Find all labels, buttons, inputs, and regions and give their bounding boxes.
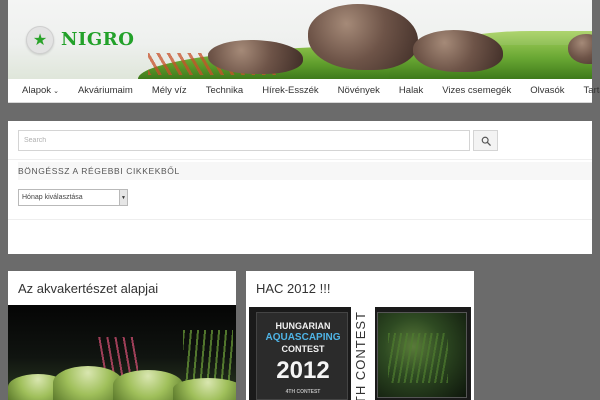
archive-month-select[interactable]: Hónap kiválasztása ▼ bbox=[18, 189, 128, 206]
post-card[interactable]: Az akvakertészet alapjai bbox=[8, 271, 236, 400]
poster-line: HUNGARIAN bbox=[275, 321, 331, 331]
contest-poster: HUNGARIAN AQUASCAPING CONTEST 2012 4TH C… bbox=[256, 312, 348, 400]
site-logo-star-icon[interactable]: ★ bbox=[26, 26, 54, 54]
poster-year: 2012 bbox=[276, 357, 330, 384]
nav-item-label: Alapok bbox=[22, 85, 52, 96]
nav-item-alapok[interactable]: Alapok ⌄ bbox=[22, 85, 78, 96]
nav-item-technika[interactable]: Technika bbox=[206, 85, 263, 96]
banner-rock bbox=[308, 4, 418, 70]
main-navigation: Alapok ⌄ Akváriumaim Mély víz Technika Hí… bbox=[8, 79, 600, 103]
post-title[interactable]: Az akvakertészet alapjai bbox=[18, 281, 158, 296]
banner-rock bbox=[208, 40, 303, 74]
nav-item-akvariumaim[interactable]: Akváriumaim bbox=[78, 85, 152, 96]
poster-line: CONTEST bbox=[281, 344, 325, 354]
nav-item-halak[interactable]: Halak bbox=[399, 85, 442, 96]
nav-item-mely-viz[interactable]: Mély víz bbox=[152, 85, 206, 96]
poster-vertical-text: 4TH CONTEST bbox=[353, 311, 368, 400]
nav-item-vizes-csemegek[interactable]: Vizes csemegék bbox=[442, 85, 530, 96]
nav-item-hirek-esszek[interactable]: Hírek-Esszék bbox=[262, 85, 337, 96]
post-thumbnail-aquascape[interactable] bbox=[8, 305, 236, 400]
poster-aquascape-photo bbox=[377, 312, 467, 398]
search-button[interactable] bbox=[473, 130, 498, 151]
nav-item-olvasok[interactable]: Olvasók bbox=[530, 85, 583, 96]
post-title[interactable]: HAC 2012 !!! bbox=[256, 281, 330, 296]
nav-item-tartalom[interactable]: Tartalom bbox=[584, 85, 600, 96]
aquarium-moss bbox=[173, 378, 236, 400]
divider bbox=[8, 219, 592, 220]
banner-rock bbox=[413, 30, 503, 72]
chevron-down-icon: ⌄ bbox=[53, 88, 59, 95]
nav-item-novenyek[interactable]: Növények bbox=[338, 85, 399, 96]
post-card[interactable]: HAC 2012 !!! HUNGARIAN AQUASCAPING CONTE… bbox=[246, 271, 474, 400]
select-value: Hónap kiválasztása bbox=[22, 194, 83, 201]
search-input[interactable] bbox=[18, 130, 470, 151]
post-thumbnail-hac-poster[interactable]: HUNGARIAN AQUASCAPING CONTEST 2012 4TH C… bbox=[249, 307, 471, 400]
search-icon bbox=[481, 136, 491, 146]
poster-vertical-banner: 4TH CONTEST bbox=[351, 307, 375, 400]
site-title[interactable]: NIGRO bbox=[61, 29, 134, 50]
archive-heading: BÖNGÉSSZ A RÉGEBBI CIKKEKBŐL bbox=[18, 162, 592, 180]
divider bbox=[8, 159, 592, 160]
poster-line: AQUASCAPING bbox=[265, 332, 341, 343]
sidebar-widget-panel: BÖNGÉSSZ A RÉGEBBI CIKKEKBŐL Hónap kivál… bbox=[8, 121, 592, 254]
poster-subline: 4TH CONTEST bbox=[285, 389, 321, 395]
site-header-banner: ★ NIGRO bbox=[8, 0, 592, 79]
star-icon: ★ bbox=[32, 32, 48, 49]
dropdown-arrow-icon[interactable]: ▼ bbox=[119, 190, 127, 205]
